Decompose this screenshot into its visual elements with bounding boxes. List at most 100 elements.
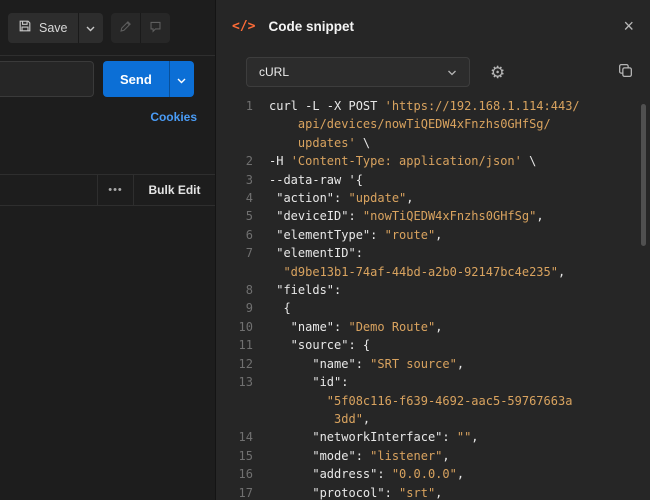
copy-icon (617, 62, 634, 82)
vertical-scrollbar[interactable] (641, 104, 646, 246)
cookies-link[interactable]: Cookies (150, 110, 197, 124)
line-number (216, 410, 253, 428)
language-select[interactable]: cURL (246, 57, 470, 87)
code-row: 11 "source": { (216, 336, 650, 354)
code-snippet-panel: </> Code snippet × cURL ⚙ 1curl -L -X PO… (215, 0, 650, 500)
code-line-text: 3dd", (253, 410, 650, 428)
code-row: 13 "id": (216, 373, 650, 391)
line-number: 9 (216, 299, 253, 317)
pencil-icon (119, 20, 132, 36)
code-row: api/devices/nowTiQEDW4xFnzhs0GHfSg/ (216, 115, 650, 133)
chevron-down-icon (86, 20, 95, 35)
bulk-edit-button[interactable]: Bulk Edit (133, 175, 215, 205)
line-number: 4 (216, 189, 253, 207)
line-number: 14 (216, 428, 253, 446)
panel-toolbar: cURL ⚙ (216, 52, 650, 92)
line-number: 7 (216, 244, 253, 262)
line-number: 2 (216, 152, 253, 170)
secondary-actions-group (111, 13, 170, 43)
code-row: 12 "name": "SRT source", (216, 355, 650, 373)
code-line-text: "d9be13b1-74af-44bd-a2b0-92147bc4e235", (253, 263, 650, 281)
code-row: 1curl -L -X POST 'https://192.168.1.114:… (216, 97, 650, 115)
params-header-spacer (0, 175, 97, 205)
request-topbar: Save (0, 0, 215, 56)
app-window: Save (0, 0, 650, 500)
line-number: 5 (216, 207, 253, 225)
code-line-text: "action": "update", (253, 189, 650, 207)
code-lines: 1curl -L -X POST 'https://192.168.1.114:… (216, 97, 650, 500)
code-row: 3dd", (216, 410, 650, 428)
line-number (216, 115, 253, 133)
code-row: 10 "name": "Demo Route", (216, 318, 650, 336)
code-row: "d9be13b1-74af-44bd-a2b0-92147bc4e235", (216, 263, 650, 281)
line-number: 15 (216, 447, 253, 465)
send-button-group: Send (103, 61, 194, 97)
edit-button[interactable] (111, 13, 140, 43)
line-number: 16 (216, 465, 253, 483)
line-number: 10 (216, 318, 253, 336)
request-editor-region: Save (0, 0, 215, 500)
line-number: 12 (216, 355, 253, 373)
code-line-text: "networkInterface": "", (253, 428, 650, 446)
code-row: 14 "networkInterface": "", (216, 428, 650, 446)
cookies-row: Cookies (0, 102, 215, 132)
line-number (216, 263, 253, 281)
line-number: 13 (216, 373, 253, 391)
chevron-down-icon (447, 63, 457, 81)
code-line-text: curl -L -X POST 'https://192.168.1.114:4… (253, 97, 650, 115)
code-line-text: "address": "0.0.0.0", (253, 465, 650, 483)
more-actions-button[interactable]: ••• (97, 175, 133, 205)
url-row: Send (0, 56, 215, 102)
code-row: 15 "mode": "listener", (216, 447, 650, 465)
panel-header: </> Code snippet × (216, 0, 650, 52)
code-row: updates' \ (216, 134, 650, 152)
comment-button[interactable] (141, 13, 170, 43)
save-dropdown-button[interactable] (79, 13, 103, 43)
code-line-text: "name": "Demo Route", (253, 318, 650, 336)
copy-button[interactable] (617, 62, 634, 82)
code-line-text: updates' \ (253, 134, 650, 152)
save-icon (18, 19, 32, 36)
code-row: 17 "protocol": "srt", (216, 484, 650, 500)
url-input[interactable] (0, 61, 94, 97)
send-dropdown-button[interactable] (169, 61, 194, 97)
language-select-value: cURL (259, 65, 447, 79)
save-button-group: Save (8, 13, 103, 43)
code-row: 5 "deviceID": "nowTiQEDW4xFnzhs0GHfSg", (216, 207, 650, 225)
code-line-text: api/devices/nowTiQEDW4xFnzhs0GHfSg/ (253, 115, 650, 133)
line-number: 8 (216, 281, 253, 299)
code-line-text: "fields": (253, 281, 650, 299)
line-number (216, 134, 253, 152)
code-row: 16 "address": "0.0.0.0", (216, 465, 650, 483)
code-snippet-icon: </> (232, 19, 255, 34)
code-line-text: "elementID": (253, 244, 650, 262)
code-line-text: { (253, 299, 650, 317)
code-line-text: "5f08c116-f639-4692-aac5-59767663a (253, 392, 650, 410)
comment-icon (149, 20, 162, 36)
code-row: 2-H 'Content-Type: application/json' \ (216, 152, 650, 170)
code-line-text: "source": { (253, 336, 650, 354)
save-button[interactable]: Save (8, 13, 78, 43)
code-row: 3--data-raw '{ (216, 171, 650, 189)
line-number: 17 (216, 484, 253, 500)
send-button-label: Send (120, 72, 152, 87)
code-line-text: "id": (253, 373, 650, 391)
panel-title: Code snippet (268, 19, 610, 34)
code-row: 7 "elementID": (216, 244, 650, 262)
send-button[interactable]: Send (103, 61, 169, 97)
code-line-text: "protocol": "srt", (253, 484, 650, 500)
line-number: 11 (216, 336, 253, 354)
params-header-row: ••• Bulk Edit (0, 174, 215, 206)
close-button[interactable]: × (623, 17, 634, 35)
code-row: 6 "elementType": "route", (216, 226, 650, 244)
left-empty-area (0, 206, 215, 500)
code-line-text: --data-raw '{ (253, 171, 650, 189)
settings-gear-icon[interactable]: ⚙ (490, 64, 505, 81)
line-number: 6 (216, 226, 253, 244)
line-number (216, 392, 253, 410)
code-line-text: "name": "SRT source", (253, 355, 650, 373)
code-line-text: -H 'Content-Type: application/json' \ (253, 152, 650, 170)
chevron-down-icon (177, 72, 186, 87)
code-area: 1curl -L -X POST 'https://192.168.1.114:… (216, 92, 650, 500)
code-row: 8 "fields": (216, 281, 650, 299)
